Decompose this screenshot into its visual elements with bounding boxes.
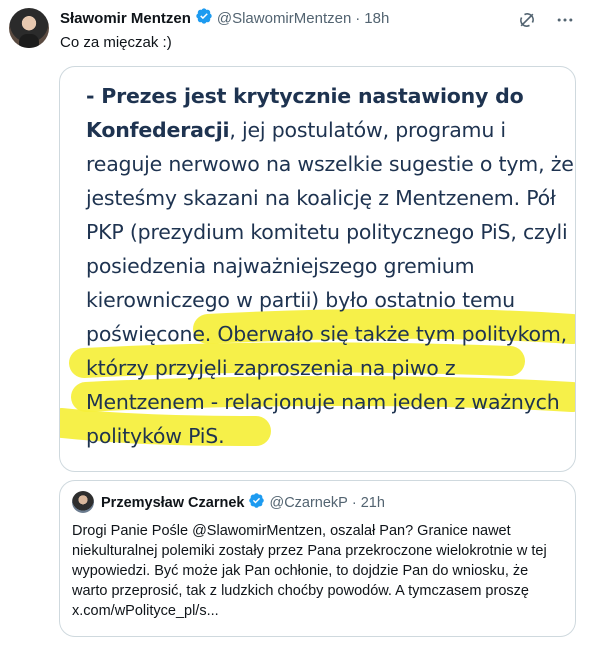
tweet[interactable]: Sławomir Mentzen @SlawomirMentzen · 18h …: [0, 0, 591, 649]
article-line: PKP (prezydium komitetu politycznego PiS…: [86, 220, 568, 244]
quoted-header: Przemysław Czarnek @CzarnekP · 21h: [101, 492, 385, 513]
tweet-actions-top: [517, 10, 575, 35]
tweet-header: Sławomir Mentzen @SlawomirMentzen · 18h: [60, 8, 389, 28]
timestamp[interactable]: 18h: [364, 10, 389, 27]
tweet-image[interactable]: - Prezes jest krytycznie nastawiony do K…: [59, 66, 576, 472]
author-handle[interactable]: @SlawomirMentzen: [217, 10, 351, 27]
article-line: posiedzenia najważniejszego gremium: [86, 254, 475, 278]
more-icon[interactable]: [555, 10, 575, 35]
article-line: Konfederacji, jej postulatów, programu i: [86, 118, 506, 142]
article-line: - Prezes jest krytycznie nastawiony do: [86, 84, 524, 108]
article-line: polityków PiS.: [86, 424, 225, 448]
article-line: poświęcone. Oberwało się także tym polit…: [86, 322, 567, 346]
article-line: kierowniczego w partii) było ostatnio te…: [86, 288, 515, 312]
article-line: reaguje nerwowo na wszelkie sugestie o t…: [86, 152, 574, 176]
separator-dot: ·: [351, 494, 357, 511]
verified-badge-icon: [195, 7, 213, 29]
article-excerpt: - Prezes jest krytycznie nastawiony do K…: [86, 79, 574, 453]
article-line: jesteśmy skazani na koalicję z Mentzenem…: [86, 186, 556, 210]
separator-dot: ·: [355, 9, 361, 27]
verified-badge-icon: [248, 492, 265, 513]
grok-icon[interactable]: [517, 10, 537, 35]
article-line: Mentzenem - relacjonuje nam jeden z ważn…: [86, 390, 560, 414]
tweet-text: Co za mięczak :): [60, 34, 172, 51]
quoted-author-name[interactable]: Przemysław Czarnek: [101, 495, 244, 511]
quoted-avatar[interactable]: [72, 491, 94, 513]
author-name[interactable]: Sławomir Mentzen: [60, 10, 191, 27]
quoted-author-handle[interactable]: @CzarnekP: [269, 495, 347, 511]
quoted-text: Drogi Panie Pośle @SlawomirMentzen, osza…: [72, 523, 547, 619]
article-line: którzy przyjęli zaproszenia na piwo z: [86, 356, 456, 380]
quoted-tweet[interactable]: Przemysław Czarnek @CzarnekP · 21h Drogi…: [59, 480, 576, 637]
avatar[interactable]: [9, 8, 49, 48]
quoted-timestamp[interactable]: 21h: [361, 495, 385, 511]
